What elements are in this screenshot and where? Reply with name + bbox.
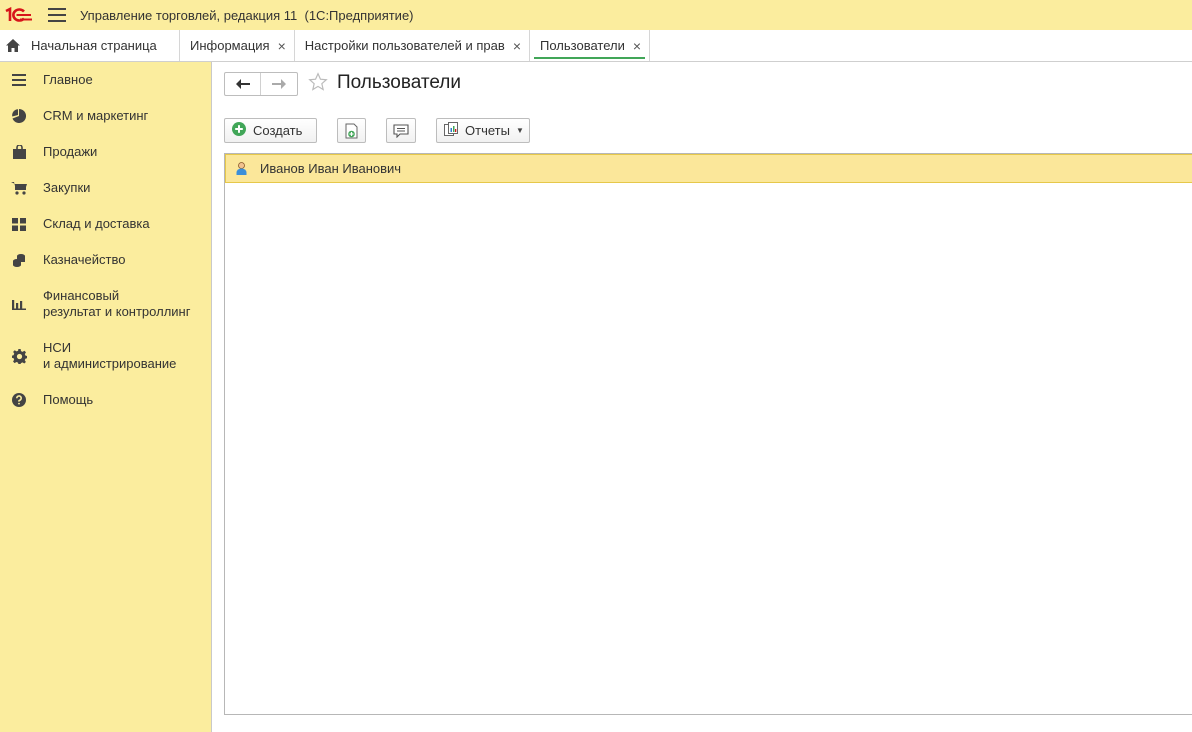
- report-icon: [444, 122, 459, 139]
- gear-icon: [11, 348, 27, 364]
- arrow-left-icon: [235, 79, 250, 89]
- coins-icon: [11, 252, 27, 268]
- sidebar-label-line: результат и контроллинг: [43, 304, 191, 319]
- reports-button-label: Отчеты: [465, 123, 510, 138]
- sidebar-item-label: НСИ и администрирование: [43, 340, 176, 372]
- create-button[interactable]: Создать: [224, 118, 317, 143]
- sidebar: Главное CRM и маркетинг Продажи Закупки …: [0, 62, 212, 732]
- home-icon: [6, 39, 22, 53]
- reports-button[interactable]: Отчеты ▼: [436, 118, 530, 143]
- forward-button[interactable]: [261, 73, 297, 95]
- shopping-bag-icon: [11, 144, 27, 160]
- user-name: Иванов Иван Иванович: [260, 161, 402, 176]
- sidebar-label-line: и администрирование: [43, 356, 177, 371]
- tab-label: Информация: [190, 38, 270, 53]
- warehouse-grid-icon: [11, 216, 27, 232]
- pie-chart-icon: [11, 108, 27, 124]
- title-bar: Управление торговлей, редакция 11 (1С:Пр…: [0, 0, 1192, 30]
- tab-user-settings[interactable]: Настройки пользователей и прав ×: [295, 30, 530, 61]
- close-icon[interactable]: ×: [513, 39, 521, 53]
- sidebar-item-treasury[interactable]: Казначейство: [0, 252, 125, 268]
- sidebar-item-label: Склад и доставка: [43, 216, 150, 231]
- sidebar-item-main[interactable]: Главное: [0, 72, 93, 88]
- create-button-label: Создать: [253, 123, 303, 138]
- sidebar-item-label: CRM и маркетинг: [43, 108, 149, 123]
- back-button[interactable]: [225, 73, 262, 95]
- sidebar-item-label: Закупки: [43, 180, 91, 195]
- sidebar-item-purchases[interactable]: Закупки: [0, 180, 90, 196]
- sidebar-item-crm[interactable]: CRM и маркетинг: [0, 108, 148, 124]
- bar-chart-icon: [11, 296, 27, 312]
- close-icon[interactable]: ×: [633, 39, 641, 53]
- 1c-logo-icon[interactable]: [2, 0, 36, 30]
- sidebar-item-label: Казначейство: [43, 252, 126, 267]
- sidebar-item-finance[interactable]: Финансовый результат и контроллинг: [0, 288, 190, 320]
- tab-users[interactable]: Пользователи ×: [530, 30, 651, 61]
- sidebar-label-line: НСИ: [43, 340, 72, 355]
- help-icon: [11, 392, 27, 408]
- sidebar-item-label: Финансовый результат и контроллинг: [43, 288, 190, 320]
- comment-icon: [393, 123, 409, 138]
- sidebar-item-admin[interactable]: НСИ и администрирование: [0, 340, 176, 372]
- tab-home[interactable]: Начальная страница: [0, 30, 180, 61]
- app-title: Управление торговлей, редакция 11 (1С:Пр…: [80, 7, 414, 23]
- sidebar-label-line: Финансовый: [43, 288, 120, 303]
- sidebar-item-label: Продажи: [43, 144, 98, 159]
- list-item[interactable]: Иванов Иван Иванович: [225, 154, 1192, 183]
- close-icon[interactable]: ×: [278, 39, 286, 53]
- sidebar-item-label: Помощь: [43, 392, 94, 407]
- arrow-right-icon: [272, 79, 286, 89]
- user-icon: [236, 162, 248, 176]
- tab-label: Начальная страница: [31, 38, 157, 53]
- favorite-star-icon[interactable]: [308, 72, 330, 94]
- tab-information[interactable]: Информация ×: [180, 30, 295, 61]
- tab-label: Пользователи: [540, 38, 625, 53]
- plus-circle-icon: [232, 122, 246, 139]
- sidebar-item-help[interactable]: Помощь: [0, 392, 93, 408]
- copy-button[interactable]: [337, 118, 366, 143]
- page-title: Пользователи: [337, 72, 462, 93]
- comment-button[interactable]: [386, 118, 416, 143]
- main-menu-icon[interactable]: [48, 8, 66, 22]
- users-list[interactable]: Иванов Иван Иванович: [224, 153, 1192, 715]
- tabs-bar: Начальная страница Информация × Настройк…: [0, 30, 1192, 62]
- sidebar-item-sales[interactable]: Продажи: [0, 144, 97, 160]
- copy-document-icon: [345, 123, 357, 138]
- history-nav: [224, 72, 298, 96]
- tab-label: Настройки пользователей и прав: [304, 38, 505, 53]
- menu-lines-icon: [11, 72, 27, 88]
- sidebar-item-label: Главное: [43, 72, 93, 87]
- content-area: Пользователи Создать Отчеты ▼ Иванов Ива…: [212, 62, 1192, 732]
- cart-icon: [11, 180, 27, 196]
- sidebar-item-warehouse[interactable]: Склад и доставка: [0, 216, 150, 232]
- chevron-down-icon: ▼: [515, 126, 524, 135]
